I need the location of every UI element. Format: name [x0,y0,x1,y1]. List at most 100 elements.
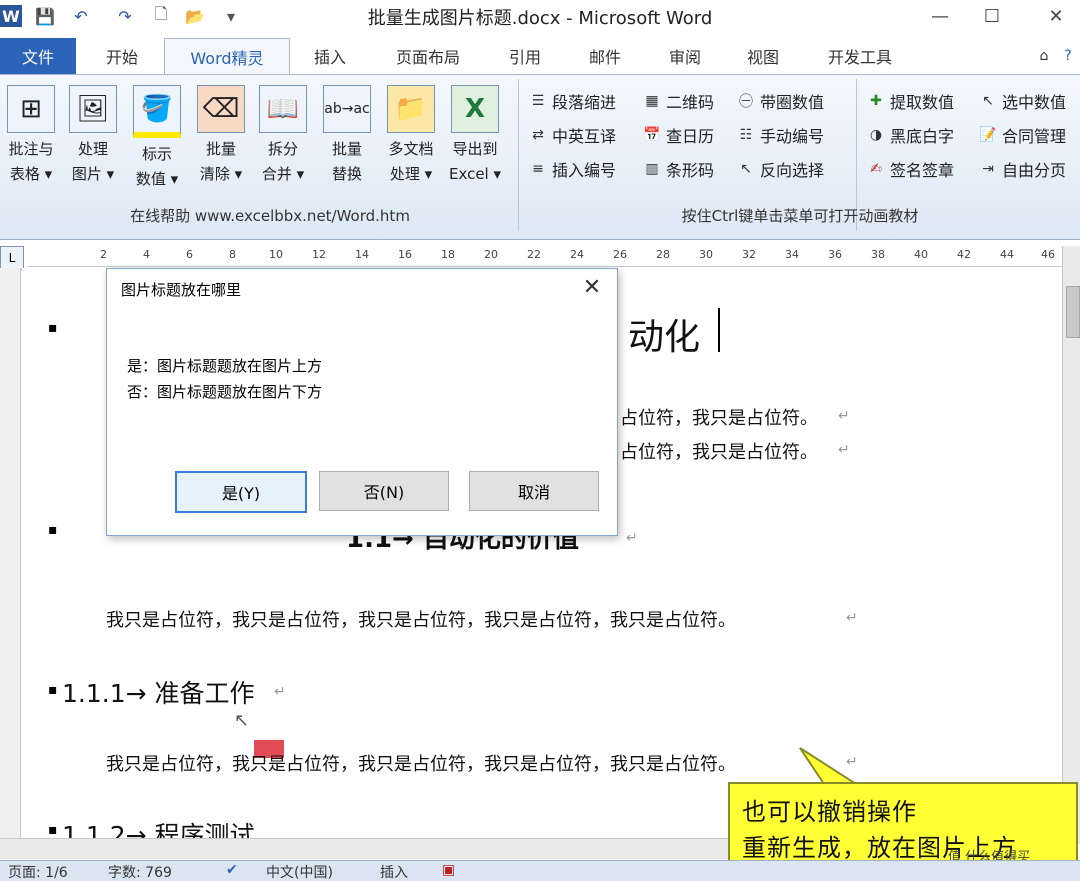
cancel-button[interactable]: 取消 [469,471,599,511]
tab-selector[interactable]: L [0,246,24,270]
ribbon-tab-bar: 文件 开始 Word精灵 插入 页面布局 引用 邮件 审阅 视图 开发工具 ⌂ … [0,38,1080,75]
ruler-tick: 24 [570,248,584,261]
tab-home[interactable]: 开始 [88,38,156,74]
free-page-break-button[interactable]: ⇥ 自由分页 [978,155,1066,183]
ruler-tick: 44 [1000,248,1014,261]
caption-position-dialog: 图片标题放在哪里 ✕ 是：图片标题题放在图片上方 否：图片标题题放在图片下方 是… [106,268,618,536]
button-label: 合并 ▾ [261,165,305,183]
extract-values-button[interactable]: ✚ 提取数值 [866,87,954,115]
paragraph-indent-button[interactable]: ☰ 段落缩进 [528,87,616,115]
barcode-button[interactable]: ▥ 条形码 [642,155,714,183]
split-merge-button[interactable]: 📖 拆分 合并 ▾ [254,85,312,205]
paragraph-bullet: ▪ [48,522,58,538]
export-excel-button[interactable]: X 导出到 Excel ▾ [446,85,504,205]
macro-record-icon[interactable]: ▣ [442,862,455,878]
button-label: 处理 [77,140,108,158]
heading1-text: 动化 [628,317,701,358]
tab-review[interactable]: 审阅 [652,38,718,74]
page-indicator[interactable]: 页面: 1/6 [8,862,68,882]
select-values-button[interactable]: ↖ 选中数值 [978,87,1066,115]
ruler-tick: 22 [527,248,541,261]
translate-icon: ⇄ [532,127,544,143]
ruler-tick: 32 [742,248,756,261]
manual-number-button[interactable]: ☷ 手动编号 [736,121,824,149]
button-label: 黑底白字 [890,127,955,146]
paragraph-mark: ↵ [274,684,286,700]
insert-number-button[interactable]: ≡ 插入编号 [528,155,616,183]
maximize-button[interactable]: ☐ [968,0,1016,32]
button-label: 处理 ▾ [389,165,433,183]
extract-icon: ✚ [870,93,882,109]
paragraph-bullet: ▪ [48,682,58,698]
tab-developer[interactable]: 开发工具 [810,38,910,74]
paragraph-mark: ↵ [838,442,850,458]
vertical-ruler[interactable] [0,268,21,844]
indent-icon: ☰ [531,93,545,109]
qrcode-icon: ▦ [645,93,659,109]
process-images-button[interactable]: 🖼 处理 图片 ▾ [64,85,122,205]
dialog-title: 图片标题放在哪里 [121,281,242,299]
tab-references[interactable]: 引用 [494,38,556,74]
contract-manage-button[interactable]: 📝 合同管理 [978,121,1066,149]
batch-replace-button[interactable]: ab→ac 批量 替换 [318,85,376,205]
small-button-column: ☰ 段落缩进 ⇄ 中英互译 ≡ 插入编号 [528,87,616,183]
ruler-tick: 30 [699,248,713,261]
proofing-icon[interactable]: ✔ [226,862,238,878]
tab-mailings[interactable]: 邮件 [572,38,638,74]
dialog-close-icon[interactable]: ✕ [577,273,607,301]
group-separator [518,79,519,231]
minimize-button[interactable]: — [916,0,964,32]
small-button-column: ↖ 选中数值 📝 合同管理 ⇥ 自由分页 [978,87,1066,183]
yes-button[interactable]: 是(Y) [175,471,307,513]
paragraph-mark: ↵ [838,408,850,424]
button-label: 导出到 [452,140,498,158]
reverse-select-button[interactable]: ↖ 反向选择 [736,155,824,183]
button-label: 插入编号 [552,161,617,180]
tab-file[interactable]: 文件 [0,38,76,74]
signature-icon: ✍ [870,161,882,177]
ruler-tick: 46 [1041,248,1055,261]
close-button[interactable]: ✕ [1032,0,1080,32]
calendar-button[interactable]: 📅 查日历 [642,121,714,149]
horizontal-ruler[interactable]: 2 4 6 8 10 12 14 16 18 20 22 24 26 28 30… [28,246,1068,267]
callout-line: 也可以撤销操作 [742,798,917,826]
list-icon: ☷ [739,127,753,143]
button-label: 批量 [331,140,362,158]
qrcode-button[interactable]: ▦ 二维码 [642,87,714,115]
ruler-tick: 12 [312,248,326,261]
circled-number-button[interactable]: ㊀带圈数值 [736,87,824,115]
numbering-icon: ≡ [532,161,544,177]
tab-insert[interactable]: 插入 [296,38,364,74]
button-label: 自由分页 [1002,161,1067,180]
word-count[interactable]: 字数: 769 [108,862,172,882]
button-label: 多文档 [388,140,434,158]
highlight-icon: 🪣 [133,85,181,138]
small-button-column: ✚ 提取数值 ◑ 黑底白字 ✍ 签名签章 [866,87,954,183]
paragraph-mark: ↵ [626,530,638,546]
insert-mode[interactable]: 插入 [380,862,408,882]
language-indicator[interactable]: 中文(中国) [266,862,333,882]
vertical-scrollbar[interactable] [1062,246,1080,844]
tab-view[interactable]: 视图 [730,38,796,74]
button-label: 拆分 [267,140,298,158]
cursor-icon: ↖ [740,161,752,177]
help-icon[interactable]: ? [1056,38,1080,74]
tab-word-jingling[interactable]: Word精灵 [164,38,290,75]
multi-doc-button[interactable]: 📁 多文档 处理 ▾ [382,85,440,205]
minimize-ribbon-icon[interactable]: ⌂ [1032,38,1056,74]
translate-button[interactable]: ⇄ 中英互译 [528,121,616,149]
no-button[interactable]: 否(N) [319,471,449,511]
batch-clear-button[interactable]: ⌫ 批量 清除 ▾ [192,85,250,205]
scroll-thumb[interactable] [1066,286,1080,338]
tab-page-layout[interactable]: 页面布局 [380,38,476,74]
black-white-text-button[interactable]: ◑ 黑底白字 [866,121,954,149]
button-label: 查日历 [666,127,715,146]
signature-stamp-button[interactable]: ✍ 签名签章 [866,155,954,183]
comments-tables-button[interactable]: ⊞ 批注与 表格 ▾ [2,85,60,205]
body-paragraph: 我只是占位符，我只是占位符，我只是占位符，我只是占位符，我只是占位符。 [106,610,736,631]
heading3-text: 1.1.1→ 准备工作 [62,679,255,708]
dialog-message-line: 是：图片标题题放在图片上方 [127,357,323,375]
body-paragraph: 我只是占位符，我只是占位符，我只是占位符，我只是占位符，我只是占位符。 [106,754,736,775]
mark-values-button[interactable]: 🪣 标示 数值 ▾ [128,85,186,205]
ruler-tick: 36 [828,248,842,261]
